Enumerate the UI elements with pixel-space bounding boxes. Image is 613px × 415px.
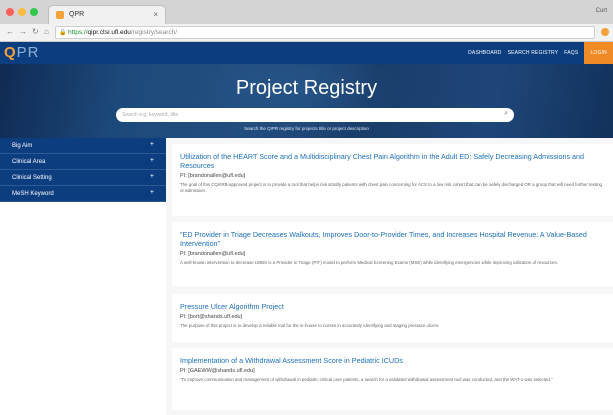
url-host: qipr.ctsi.ufl.edu: [87, 29, 131, 36]
result-pi: PI: [brandonallen@ufl.edu]: [180, 251, 246, 257]
forward-icon[interactable]: →: [19, 27, 27, 36]
window-controls: [6, 8, 38, 16]
page-title: Project Registry: [235, 77, 378, 99]
result-title[interactable]: "ED Provider in Triage Decreases Walkout…: [180, 230, 600, 248]
favicon-icon: [56, 11, 64, 19]
result-card: "ED Provider in Triage Decreases Walkout…: [172, 222, 613, 286]
browser-toolbar: ← → ↻ ⌂ 🔒 https://qipr.ctsi.ufl.edu/regi…: [0, 24, 613, 42]
filter-clinical-setting[interactable]: Clinical Setting +: [0, 170, 166, 186]
site-logo[interactable]: QPR: [4, 44, 40, 61]
site-header: QPR DASHBOARD SEARCH REGISTRY FAQS LOGIN: [0, 42, 613, 64]
result-card: Utilization of the HEART Score and a Mul…: [172, 144, 613, 216]
results-list: Utilization of the HEART Score and a Mul…: [166, 138, 613, 415]
expand-icon[interactable]: +: [150, 141, 154, 148]
browser-user[interactable]: Curt: [596, 8, 607, 14]
filter-clinical-area[interactable]: Clinical Area +: [0, 154, 166, 170]
search-hint: Search the QIPR registry for projects ti…: [244, 126, 369, 131]
extension-icon[interactable]: [601, 27, 609, 36]
search-input[interactable]: Search e.g. keyword, title ⌕: [116, 108, 514, 122]
expand-icon[interactable]: +: [150, 189, 154, 196]
site-nav: DASHBOARD SEARCH REGISTRY FAQS LOGIN: [468, 42, 613, 64]
filter-big-aim[interactable]: Big Aim +: [0, 138, 166, 154]
result-description: The goal of this CQI/IRB-approved projec…: [180, 182, 602, 193]
filter-label: MeSH Keyword: [12, 191, 54, 197]
result-pi: PI: [brandonallen@ufl.edu]: [180, 173, 246, 179]
filter-mesh-keyword[interactable]: MeSH Keyword +: [0, 186, 166, 202]
maximize-window-button[interactable]: [30, 8, 38, 16]
logo-q: Q: [4, 44, 17, 61]
tab-title: QPR: [69, 11, 85, 18]
hero-banner: Project Registry Search e.g. keyword, ti…: [0, 64, 613, 138]
result-pi: PI: [bort@shands.ufl.edu]: [180, 314, 243, 320]
filter-label: Clinical Area: [12, 159, 46, 165]
close-window-button[interactable]: [6, 8, 14, 16]
nav-dashboard[interactable]: DASHBOARD: [468, 50, 501, 56]
result-title[interactable]: Implementation of a Withdrawal Assessmen…: [180, 356, 600, 365]
search-placeholder: Search e.g. keyword, title: [122, 112, 179, 118]
lock-icon: 🔒: [59, 30, 67, 36]
result-description: The purpose of this project is to develo…: [180, 323, 440, 328]
reload-icon[interactable]: ↻: [32, 27, 39, 36]
tab-bar: QPR × Curt: [0, 0, 613, 24]
filter-sidebar: Big Aim + Clinical Area + Clinical Setti…: [0, 138, 166, 415]
result-card: Implementation of a Withdrawal Assessmen…: [172, 348, 613, 410]
tab-close-icon[interactable]: ×: [153, 10, 158, 19]
nav-faqs[interactable]: FAQS: [564, 50, 578, 56]
minimize-window-button[interactable]: [18, 8, 26, 16]
result-description: "To improve communication and management…: [180, 377, 553, 382]
filter-label: Big Aim: [12, 143, 33, 149]
result-description: A well-known intervention to decrease LW…: [180, 260, 558, 265]
expand-icon[interactable]: +: [150, 157, 154, 164]
login-button[interactable]: LOGIN: [584, 42, 613, 64]
logo-pr: PR: [16, 44, 40, 61]
back-icon[interactable]: ←: [6, 27, 14, 36]
result-pi: PI: [GAEWW@shands.ufl.edu]: [180, 368, 255, 374]
address-bar[interactable]: 🔒 https://qipr.ctsi.ufl.edu/registry/sea…: [55, 26, 595, 39]
home-icon[interactable]: ⌂: [44, 27, 49, 36]
result-title[interactable]: Pressure Ulcer Algorithm Project: [180, 302, 600, 311]
url-path: /registry/search/: [130, 29, 178, 36]
browser-chrome: QPR × Curt ← → ↻ ⌂ 🔒 https://qipr.ctsi.u…: [0, 0, 613, 42]
result-card: Pressure Ulcer Algorithm Project PI: [bo…: [172, 294, 613, 342]
result-title[interactable]: Utilization of the HEART Score and a Mul…: [180, 152, 600, 170]
expand-icon[interactable]: +: [150, 173, 154, 180]
nav-search-registry[interactable]: SEARCH REGISTRY: [508, 50, 559, 56]
search-icon[interactable]: ⌕: [504, 110, 508, 118]
browser-tab[interactable]: QPR ×: [48, 5, 166, 24]
filter-label: Clinical Setting: [12, 175, 52, 181]
url-scheme: https://: [68, 29, 88, 36]
